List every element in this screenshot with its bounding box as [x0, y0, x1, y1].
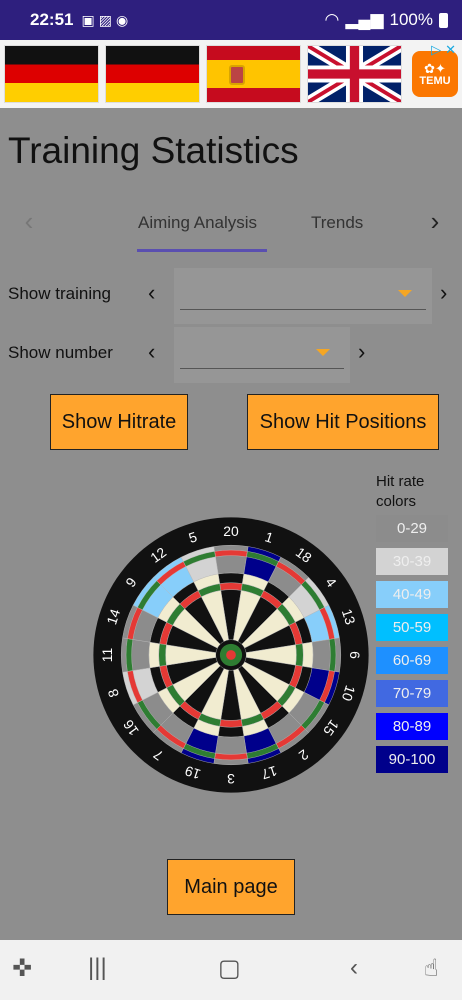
tab-aiming-analysis[interactable]: Aiming Analysis: [138, 213, 257, 233]
show-number-label: Show number: [8, 343, 113, 362]
legend-item: 60-69: [376, 647, 448, 674]
show-hitrate-button[interactable]: Show Hitrate: [50, 394, 188, 450]
home-icon[interactable]: ▢: [218, 954, 241, 983]
status-icons: ▣ ▨ ◉: [81, 12, 128, 29]
tab-scroll-left-icon[interactable]: ‹: [14, 206, 44, 237]
dartboard-outer-segment: [120, 637, 151, 673]
tab-indicator: [137, 249, 267, 252]
dartboard-number: 6: [347, 651, 363, 659]
training-picker[interactable]: [174, 268, 432, 324]
dartboard-mid-segment: [217, 726, 245, 738]
tab-trends[interactable]: Trends: [311, 213, 363, 233]
dartboard-mid-segment: [217, 572, 245, 584]
show-hit-positions-button[interactable]: Show Hit Positions: [247, 394, 439, 450]
legend-item: 50-59: [376, 614, 448, 641]
germany-flag-icon[interactable]: [4, 45, 99, 103]
signal-icon: ▂▄▆: [345, 10, 384, 29]
status-time: 22:51: [30, 10, 74, 29]
recent-apps-icon[interactable]: |||: [88, 954, 107, 982]
number-next-icon[interactable]: ›: [358, 339, 365, 365]
sync-icon: ◉: [115, 11, 129, 28]
battery-percent: 100%: [389, 10, 433, 29]
dartboard-outer-segment: [311, 637, 342, 673]
show-training-label: Show training: [8, 284, 112, 303]
number-picker[interactable]: [174, 327, 350, 383]
dartboard-number: 20: [223, 523, 239, 539]
ad-choices[interactable]: ▷ ✕: [431, 42, 456, 58]
dartboard-mid-segment: [148, 641, 160, 669]
tab-bar: ‹ Aiming Analysis Trends ›: [0, 196, 462, 252]
germany-flag-icon[interactable]: [105, 45, 200, 103]
ad-close-icon[interactable]: ✕: [445, 42, 456, 58]
dartboard-outer-segment: [213, 735, 249, 766]
notification-icon: ▣: [81, 11, 95, 28]
dartboard-treble-ring: [158, 643, 167, 667]
legend-item: 40-49: [376, 581, 448, 608]
page-title: Training Statistics: [8, 130, 299, 171]
system-nav-bar: ✜ ||| ▢ ‹ ☝: [0, 940, 462, 1000]
battery-icon: [439, 12, 448, 28]
legend-item: 30-39: [376, 548, 448, 575]
dartboard-treble-ring: [295, 643, 304, 667]
legend-item: 80-89: [376, 713, 448, 740]
dartboard-mid-segment: [302, 641, 314, 669]
gallery-icon: ▨: [98, 11, 112, 28]
assistant-icon[interactable]: ☝: [424, 954, 439, 983]
training-prev-icon[interactable]: ‹: [148, 280, 155, 306]
legend-item: 0-29: [376, 515, 448, 542]
legend-title: Hit rate colors: [376, 473, 425, 510]
back-icon[interactable]: ‹: [350, 954, 358, 982]
number-prev-icon[interactable]: ‹: [148, 339, 155, 365]
wifi-icon: ◠: [324, 10, 340, 29]
training-dropdown-icon: [398, 290, 412, 297]
ad-banner[interactable]: ✿✦ TEMU ▷ ✕: [0, 40, 462, 108]
ad-brand: TEMU: [419, 74, 451, 87]
dartboard-bullseye: [226, 650, 236, 660]
tab-scroll-right-icon[interactable]: ›: [420, 206, 450, 237]
dartboard-treble-ring: [219, 582, 243, 591]
dartboard-outer-segment: [213, 544, 249, 575]
legend-item: 70-79: [376, 680, 448, 707]
dartboard: 20 11841361015217319716811149125: [93, 517, 369, 793]
dartboard-number: 11: [99, 648, 115, 663]
dartboard-treble-ring: [219, 719, 243, 728]
status-bar: 22:51 ▣ ▨ ◉ ◠ ▂▄▆ 100%: [0, 0, 462, 40]
spain-flag-icon[interactable]: [206, 45, 301, 103]
legend-item: 90-100: [376, 746, 448, 773]
ad-info-icon[interactable]: ▷: [431, 42, 441, 58]
dartboard-number: 3: [227, 771, 235, 787]
uk-flag-icon[interactable]: [307, 45, 402, 103]
training-next-icon[interactable]: ›: [440, 280, 447, 306]
main-page-button[interactable]: Main page: [167, 859, 295, 915]
game-launcher-icon[interactable]: ✜: [12, 954, 32, 983]
number-dropdown-icon: [316, 349, 330, 356]
